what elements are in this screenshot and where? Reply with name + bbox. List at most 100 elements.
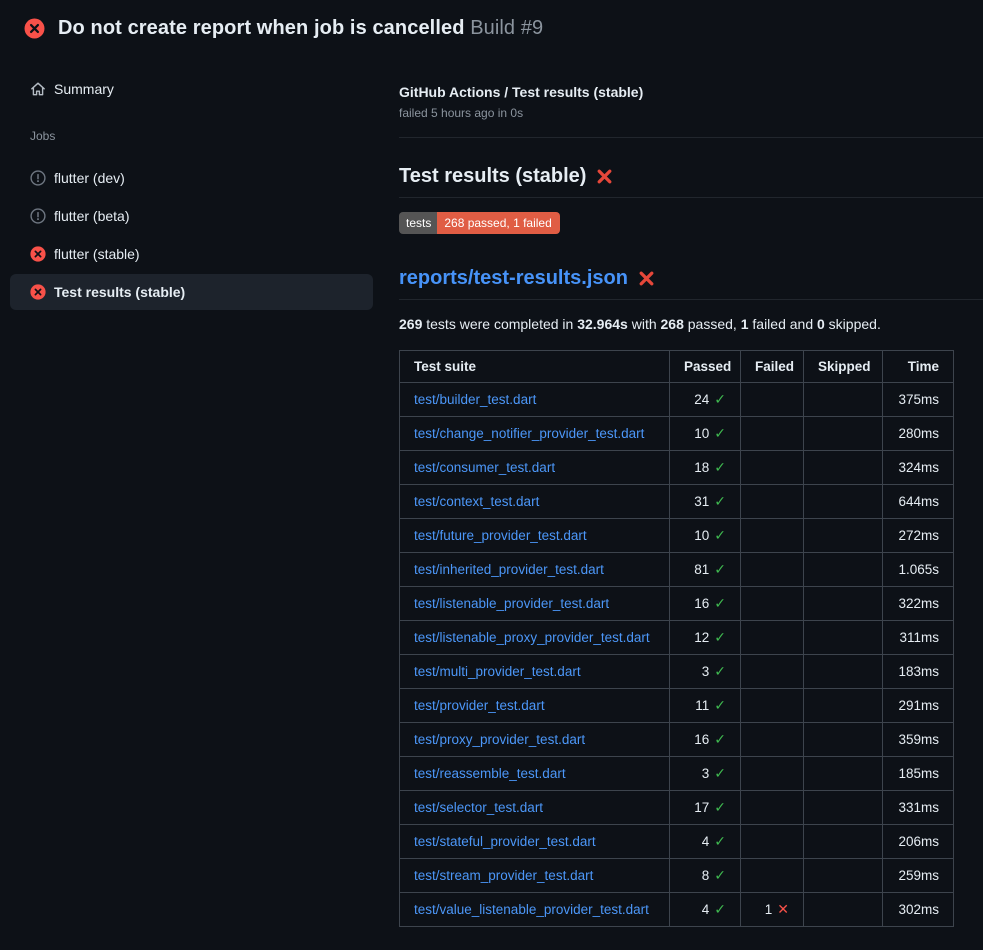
time-value: 272ms — [898, 528, 939, 543]
check-icon: ✓ — [714, 595, 726, 611]
check-icon: ✓ — [714, 561, 726, 577]
sidebar-item-summary[interactable]: Summary — [10, 75, 373, 103]
test-suite-link[interactable]: test/selector_test.dart — [414, 800, 543, 815]
jobs-section-label: Jobs — [0, 129, 383, 143]
table-header-row: Test suite Passed Failed Skipped Time — [400, 351, 954, 383]
test-suite-link[interactable]: test/stateful_provider_test.dart — [414, 834, 596, 849]
results-summary: 269 tests were completed in 32.964s with… — [399, 316, 983, 332]
time-value: 291ms — [898, 698, 939, 713]
check-icon: ✓ — [714, 493, 726, 509]
table-row: test/multi_provider_test.dart 3✓ 183ms — [400, 655, 954, 689]
sidebar-item-flutter-dev[interactable]: flutter (dev) — [10, 160, 373, 196]
test-suite-link[interactable]: test/listenable_proxy_provider_test.dart — [414, 630, 650, 645]
test-suite-link[interactable]: test/consumer_test.dart — [414, 460, 555, 475]
run-header: Do not create report when job is cancell… — [0, 0, 983, 53]
test-suite-link[interactable]: test/change_notifier_provider_test.dart — [414, 426, 644, 441]
column-header-failed: Failed — [741, 351, 804, 383]
sidebar-item-flutter-stable[interactable]: flutter (stable) — [10, 236, 373, 272]
table-row: test/value_listenable_provider_test.dart… — [400, 893, 954, 927]
summary-text: tests were completed in — [422, 316, 577, 332]
sidebar-item-test-results-stable[interactable]: Test results (stable) — [10, 274, 373, 310]
check-icon: ✓ — [714, 459, 726, 475]
test-suite-link[interactable]: test/future_provider_test.dart — [414, 528, 587, 543]
check-icon: ✓ — [714, 425, 726, 441]
failed-count: 1 — [765, 902, 773, 917]
check-icon: ✓ — [714, 697, 726, 713]
time-value: 331ms — [898, 800, 939, 815]
run-title: Do not create report when job is cancell… — [58, 17, 543, 40]
passed-count: 10 — [694, 528, 709, 543]
passed-count: 18 — [694, 460, 709, 475]
passed-count: 17 — [694, 800, 709, 815]
section-title-text: Test results (stable) — [399, 165, 586, 188]
passed-count: 8 — [702, 868, 710, 883]
red-x-icon — [596, 168, 613, 185]
main-content: GitHub Actions / Test results (stable) f… — [383, 53, 983, 927]
alert-circle-icon — [30, 208, 46, 224]
check-icon: ✓ — [714, 867, 726, 883]
test-suite-link[interactable]: test/multi_provider_test.dart — [414, 664, 581, 679]
check-icon: ✓ — [714, 629, 726, 645]
table-row: test/listenable_proxy_provider_test.dart… — [400, 621, 954, 655]
summary-text: with — [628, 316, 661, 332]
table-row: test/proxy_provider_test.dart 16 ✓ 359ms — [400, 723, 954, 757]
table-row: test/selector_test.dart 17✓ 331ms — [400, 791, 954, 825]
home-icon — [30, 81, 46, 97]
test-suite-link[interactable]: test/inherited_provider_test.dart — [414, 562, 604, 577]
time-value: 322ms — [898, 596, 939, 611]
time-value: 375ms — [898, 392, 939, 407]
red-x-icon — [638, 270, 655, 287]
badge-label: tests — [399, 212, 437, 234]
time-value: 302ms — [898, 902, 939, 917]
test-suite-link[interactable]: test/context_test.dart — [414, 494, 539, 509]
table-row: test/provider_test.dart 11 ✓ 291ms — [400, 689, 954, 723]
time-value: 311ms — [899, 630, 939, 645]
tests-badge: tests 268 passed, 1 failed — [399, 212, 560, 234]
time-value: 185ms — [898, 766, 939, 781]
sidebar: Summary Jobs flutter (dev) flutter (beta… — [0, 53, 383, 312]
time-value: 359ms — [898, 732, 939, 747]
run-title-text: Do not create report when job is cancell… — [58, 17, 465, 39]
sidebar-item-label: flutter (beta) — [54, 208, 129, 224]
skipped-count: 0 — [817, 316, 825, 332]
duration-value: 32.964s — [577, 316, 628, 332]
test-suite-link[interactable]: test/proxy_provider_test.dart — [414, 732, 585, 747]
results-table: Test suite Passed Failed Skipped Time te… — [399, 350, 954, 927]
x-circle-icon — [30, 246, 46, 262]
column-header-skipped: Skipped — [804, 351, 883, 383]
breadcrumb: GitHub Actions / Test results (stable) — [399, 84, 983, 100]
summary-text: skipped. — [825, 316, 881, 332]
check-icon: ✓ — [714, 663, 726, 679]
column-header-time: Time — [883, 351, 954, 383]
table-row: test/reassemble_test.dart 3✓ 185ms — [400, 757, 954, 791]
total-count: 269 — [399, 316, 422, 332]
x-icon: ✕ — [777, 901, 789, 917]
passed-count: 11 — [695, 698, 709, 713]
passed-count: 268 — [661, 316, 684, 332]
test-suite-link[interactable]: test/stream_provider_test.dart — [414, 868, 593, 883]
test-suite-link[interactable]: test/builder_test.dart — [414, 392, 536, 407]
check-icon: ✓ — [714, 527, 726, 543]
time-value: 1.065s — [898, 562, 939, 577]
passed-count: 16 — [694, 732, 709, 747]
failed-count: 1 — [741, 316, 749, 332]
report-title: reports/test-results.json — [399, 267, 983, 300]
test-suite-link[interactable]: test/reassemble_test.dart — [414, 766, 566, 781]
test-suite-link[interactable]: test/value_listenable_provider_test.dart — [414, 902, 649, 917]
check-icon: ✓ — [714, 731, 726, 747]
test-suite-link[interactable]: test/listenable_provider_test.dart — [414, 596, 609, 611]
sidebar-item-label: flutter (dev) — [54, 170, 125, 186]
time-value: 644ms — [898, 494, 939, 509]
table-row: test/inherited_provider_test.dart 81✓ 1.… — [400, 553, 954, 587]
time-value: 206ms — [898, 834, 939, 849]
time-value: 259ms — [898, 868, 939, 883]
test-suite-link[interactable]: test/provider_test.dart — [414, 698, 545, 713]
passed-count: 16 — [694, 596, 709, 611]
column-header-test-suite: Test suite — [400, 351, 670, 383]
section-title: Test results (stable) — [399, 165, 983, 198]
passed-count: 3 — [702, 766, 710, 781]
passed-count: 12 — [694, 630, 709, 645]
report-file-link[interactable]: reports/test-results.json — [399, 267, 628, 290]
sidebar-item-flutter-beta[interactable]: flutter (beta) — [10, 198, 373, 234]
summary-text: failed and — [749, 316, 818, 332]
